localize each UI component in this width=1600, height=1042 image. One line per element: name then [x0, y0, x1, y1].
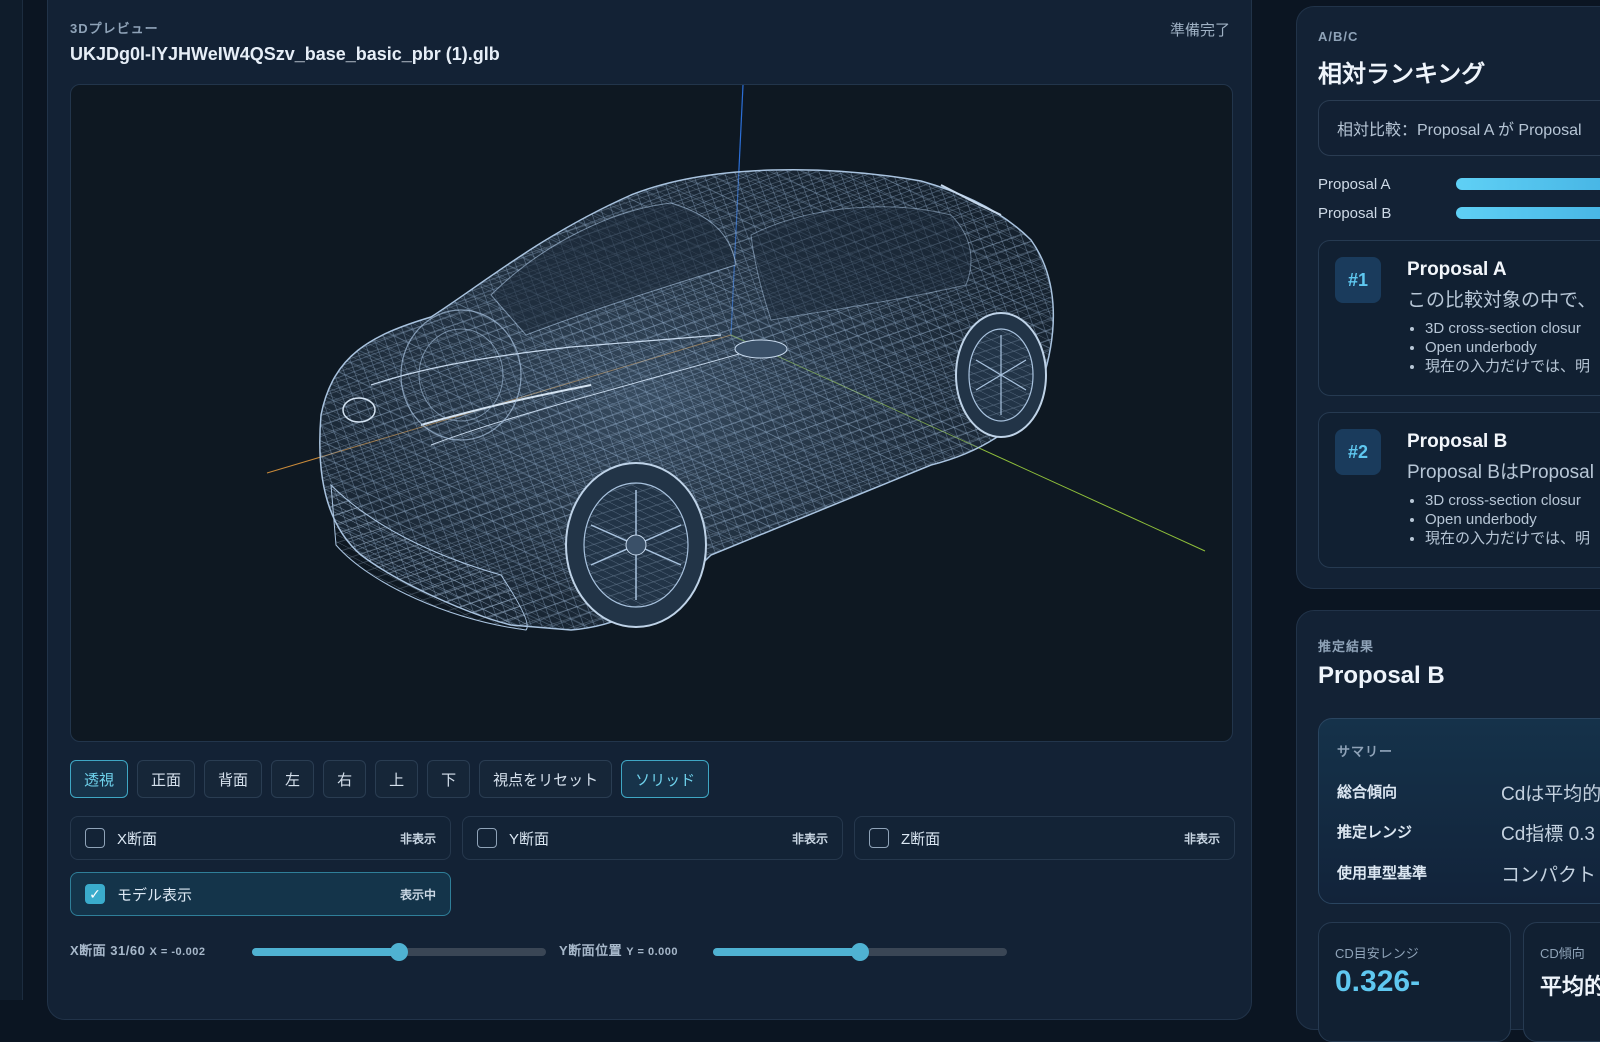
summary-value: Cd指標 0.3 [1501, 824, 1595, 845]
x-slider-thumb[interactable] [390, 943, 408, 961]
summary-key: 総合傾向 [1337, 784, 1398, 801]
cd-trend-card: CD傾向 平均的 [1523, 922, 1600, 1042]
summary-label: サマリー [1337, 744, 1394, 759]
estimate-title: Proposal B [1318, 662, 1445, 689]
summary-key: 推定レンジ [1337, 824, 1413, 841]
left-gutter [0, 0, 23, 1000]
rank-bullets: 3D cross-section closur Open underbody 現… [1407, 319, 1590, 376]
rank-name: Proposal B [1407, 431, 1508, 452]
view-perspective-button[interactable]: 透視 [70, 760, 129, 798]
file-name: UKJDg0l-lYJHWeIW4QSzv_base_basic_pbr (1)… [70, 44, 500, 64]
estimate-section-label: 推定結果 [1318, 639, 1375, 654]
rank-name: Proposal A [1407, 259, 1507, 280]
z-section-toggle[interactable]: Z断面 非表示 [854, 816, 1235, 860]
list-item: 3D cross-section closur [1425, 319, 1590, 338]
ranking-section-label: A/B/C [1318, 29, 1359, 44]
list-item: 3D cross-section closur [1425, 491, 1590, 510]
y-section-state: 非表示 [791, 831, 828, 846]
preview-section-label: 3Dプレビュー [70, 21, 159, 36]
view-toolbar: 透視 正面 背面 左 右 上 下 視点をリセット ソリッド [70, 760, 710, 798]
view-back-button[interactable]: 背面 [204, 760, 263, 798]
car-model [319, 168, 1055, 631]
y-slider-label: Y断面位置 Y = 0.000 [559, 943, 678, 958]
rank-card-1[interactable]: #1 Proposal A この比較対象の中で、 3D cross-sectio… [1318, 240, 1600, 396]
x-slider-label: X断面 31/60 X = -0.002 [70, 943, 206, 958]
model-display-label: モデル表示 [117, 886, 193, 904]
y-section-toggle[interactable]: Y断面 非表示 [462, 816, 843, 860]
summary-value: コンパクト [1501, 865, 1597, 886]
rank-desc: この比較対象の中で、 [1407, 290, 1597, 311]
section-toggles: X断面 非表示 Y断面 非表示 Z断面 非表示 [70, 816, 1235, 860]
solid-mode-button[interactable]: ソリッド [621, 760, 710, 798]
cd-trend-value: 平均的 [1540, 974, 1600, 999]
model-display-toggle[interactable]: ✓ モデル表示 表示中 [70, 872, 451, 916]
view-bottom-button[interactable]: 下 [427, 760, 471, 798]
model-display-state: 表示中 [399, 887, 436, 902]
z-section-checkbox[interactable] [869, 828, 889, 848]
x-slider-readout: X = -0.002 [149, 946, 206, 958]
y-slider-thumb[interactable] [851, 943, 869, 961]
z-section-state: 非表示 [1183, 831, 1220, 846]
bar-label-b: Proposal B [1318, 205, 1392, 222]
car-wireframe-canvas[interactable] [71, 85, 1232, 741]
rank-badge: #1 [1335, 257, 1381, 303]
y-section-slider[interactable] [713, 943, 1007, 961]
rank-card-2[interactable]: #2 Proposal B Proposal BはProposal 3D cro… [1318, 412, 1600, 568]
ranking-title: 相対ランキング [1318, 61, 1486, 88]
check-icon[interactable]: ✓ [85, 884, 105, 904]
list-item: 現在の入力だけでは、明 [1425, 357, 1590, 376]
rank-desc: Proposal BはProposal [1407, 462, 1594, 483]
x-section-toggle[interactable]: X断面 非表示 [70, 816, 451, 860]
view-front-button[interactable]: 正面 [137, 760, 196, 798]
bar-label-a: Proposal A [1318, 176, 1391, 193]
reset-view-button[interactable]: 視点をリセット [479, 760, 613, 798]
rank-badge: #2 [1335, 429, 1381, 475]
x-section-state: 非表示 [399, 831, 436, 846]
view-right-button[interactable]: 右 [323, 760, 367, 798]
list-item: Open underbody [1425, 510, 1590, 529]
z-section-label: Z断面 [901, 830, 941, 848]
summary-value: Cdは平均的 [1501, 784, 1600, 805]
cd-range-card: CD目安レンジ 0.326- [1318, 922, 1511, 1042]
cd-trend-label: CD傾向 [1540, 946, 1585, 961]
bar-proposal-b [1456, 207, 1600, 219]
y-slider-readout: Y = 0.000 [626, 946, 678, 958]
list-item: Open underbody [1425, 338, 1590, 357]
view-left-button[interactable]: 左 [271, 760, 315, 798]
y-section-label: Y断面 [509, 830, 550, 848]
cd-range-value: 0.326- [1335, 965, 1421, 998]
3d-viewport[interactable] [70, 84, 1233, 742]
x-section-checkbox[interactable] [85, 828, 105, 848]
x-section-label: X断面 [117, 830, 158, 848]
view-top-button[interactable]: 上 [375, 760, 419, 798]
status-text: 準備完了 [1169, 22, 1230, 39]
x-section-slider[interactable] [252, 943, 546, 961]
y-section-checkbox[interactable] [477, 828, 497, 848]
summary-key: 使用車型基準 [1337, 865, 1428, 882]
cd-range-label: CD目安レンジ [1335, 946, 1419, 961]
bar-proposal-a [1456, 178, 1600, 190]
list-item: 現在の入力だけでは、明 [1425, 529, 1590, 548]
summary-box: サマリー 総合傾向 Cdは平均的 推定レンジ Cd指標 0.3 使用車型基準 コ… [1318, 718, 1600, 904]
rank-bullets: 3D cross-section closur Open underbody 現… [1407, 491, 1590, 548]
comparison-summary: 相対比較：Proposal A が Proposal [1318, 100, 1600, 156]
